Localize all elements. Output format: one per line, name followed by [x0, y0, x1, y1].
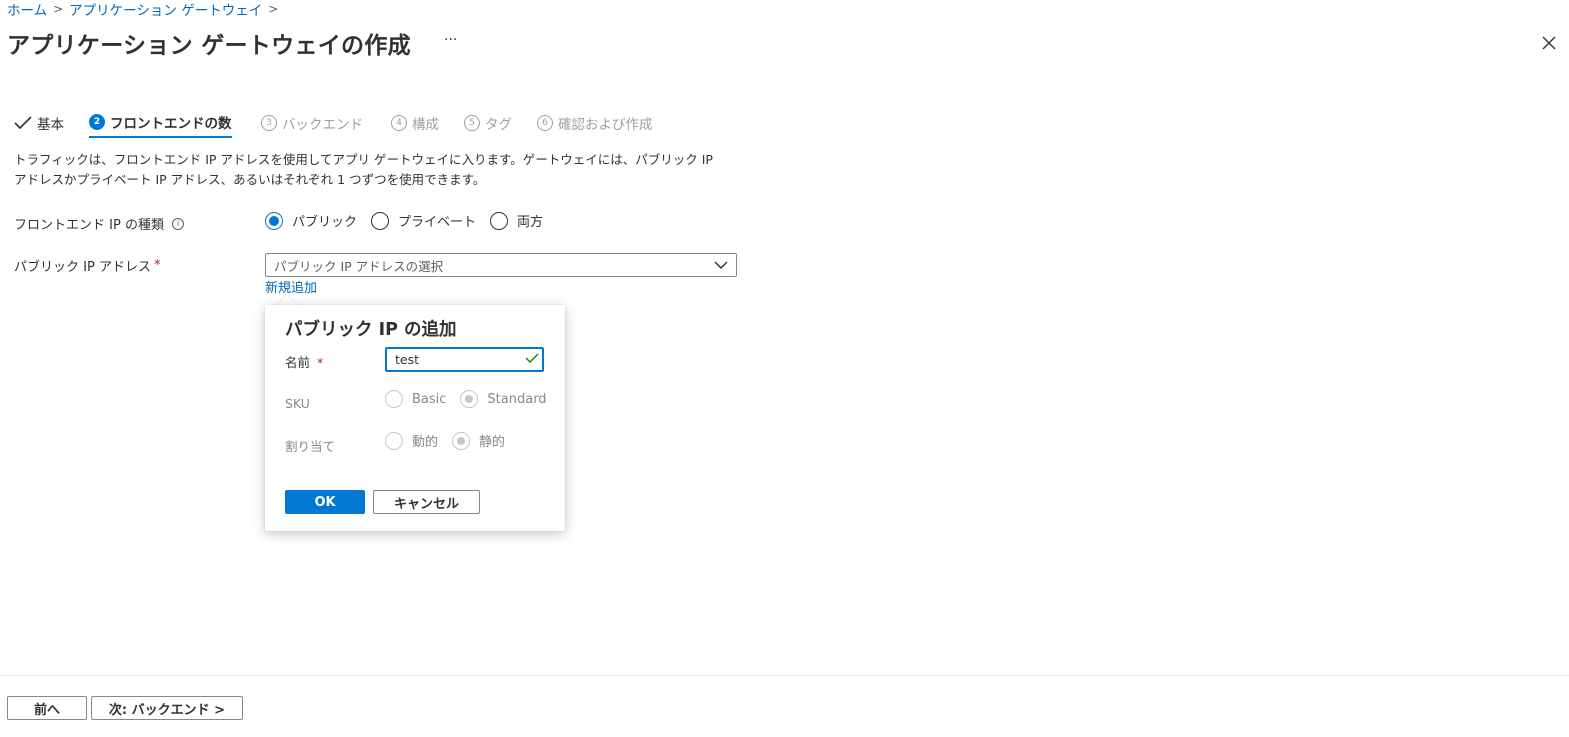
add-public-ip-callout: パブリック IP の追加 名前 * SKU Basic Standard 割り当…	[265, 305, 565, 531]
cancel-button[interactable]: キャンセル	[373, 490, 480, 514]
description-text: トラフィックは、フロントエンド IP アドレスを使用してアプリ ゲートウェイに入…	[14, 150, 744, 190]
tab-label: 確認および作成	[558, 117, 653, 133]
tab-review-create[interactable]: 6 確認および作成	[537, 108, 653, 138]
public-ip-address-label: パブリック IP アドレス *	[14, 256, 160, 275]
name-input[interactable]	[385, 347, 544, 372]
field-label-text: 名前	[285, 355, 311, 370]
radio-circle	[490, 211, 509, 230]
tab-label: タグ	[485, 117, 512, 133]
radio-label: Standard	[487, 391, 547, 407]
assignment-radio-group: 動的 静的	[385, 431, 519, 450]
required-asterisk: *	[317, 355, 324, 370]
footer-divider	[0, 675, 1569, 676]
tab-label: 構成	[412, 117, 439, 133]
tab-label: バックエンド	[282, 117, 363, 133]
breadcrumb: ホーム > アプリケーション ゲートウェイ >	[7, 0, 284, 19]
breadcrumb-separator: >	[53, 2, 64, 16]
tab-frontends[interactable]: 2 フロントエンドの数	[89, 108, 232, 138]
radio-label: プライベート	[398, 215, 477, 230]
radio-circle	[385, 431, 403, 450]
tab-configuration[interactable]: 4 構成	[391, 108, 439, 138]
step-number-badge: 3	[261, 115, 277, 131]
tab-backends[interactable]: 3 バックエンド	[261, 108, 363, 138]
chevron-down-icon	[714, 261, 728, 269]
required-asterisk: *	[153, 258, 161, 273]
previous-button[interactable]: 前へ	[7, 696, 87, 720]
radio-circle	[385, 390, 403, 408]
step-number-badge: 5	[464, 115, 480, 131]
tab-label: 基本	[37, 117, 64, 133]
radio-sku-basic[interactable]: Basic	[385, 390, 446, 408]
next-backend-button[interactable]: 次: バックエンド >	[91, 696, 243, 720]
callout-title: パブリック IP の追加	[285, 320, 457, 340]
public-ip-address-dropdown[interactable]: パブリック IP アドレスの選択	[265, 253, 737, 277]
radio-assignment-dynamic[interactable]: 動的	[385, 431, 438, 450]
frontend-ip-type-radio-group: パブリック プライベート 両方	[265, 211, 557, 230]
checkmark-icon	[14, 116, 32, 130]
frontend-ip-type-label: フロントエンド IP の種類 i	[14, 214, 184, 233]
radio-private[interactable]: プライベート	[371, 211, 476, 230]
radio-label: Basic	[412, 391, 447, 407]
sku-radio-group: Basic Standard	[385, 390, 561, 408]
radio-label: 動的	[412, 435, 439, 450]
radio-label: 両方	[517, 215, 544, 230]
breadcrumb-home[interactable]: ホーム	[7, 0, 47, 19]
radio-circle	[265, 211, 283, 230]
field-label-text: パブリック IP アドレス	[14, 260, 151, 275]
radio-circle	[452, 431, 471, 450]
radio-circle	[460, 390, 479, 408]
radio-label: 静的	[479, 435, 506, 450]
dropdown-placeholder: パブリック IP アドレスの選択	[274, 258, 444, 274]
tab-label: フロントエンドの数	[110, 116, 232, 132]
description-line: トラフィックは、フロントエンド IP アドレスを使用してアプリ ゲートウェイに入…	[14, 152, 713, 167]
radio-assignment-static[interactable]: 静的	[452, 431, 505, 450]
radio-public[interactable]: パブリック	[265, 211, 357, 230]
radio-label: パブリック	[292, 215, 358, 230]
step-number-badge: 6	[537, 115, 553, 131]
radio-circle	[371, 211, 390, 230]
field-label-text: フロントエンド IP の種類	[14, 218, 164, 233]
tab-basics[interactable]: 基本	[14, 108, 64, 138]
ok-button[interactable]: OK	[285, 490, 365, 514]
sku-label: SKU	[285, 396, 310, 411]
name-label: 名前 *	[285, 352, 323, 371]
breadcrumb-app-gateway[interactable]: アプリケーション ゲートウェイ	[69, 0, 262, 19]
step-number-badge: 2	[89, 114, 105, 130]
valid-checkmark-icon	[525, 353, 539, 363]
assignment-label: 割り当て	[285, 439, 336, 454]
tab-tags[interactable]: 5 タグ	[464, 108, 512, 138]
description-line: アドレスかプライベート IP アドレス、あるいはそれぞれ 1 つずつを使用できま…	[14, 172, 486, 187]
more-options-button[interactable]: ···	[444, 32, 457, 48]
radio-both[interactable]: 両方	[490, 211, 543, 230]
close-icon[interactable]	[1540, 34, 1558, 52]
page-title: アプリケーション ゲートウェイの作成	[7, 33, 411, 59]
radio-sku-standard[interactable]: Standard	[460, 390, 547, 408]
info-icon[interactable]: i	[171, 217, 184, 230]
add-new-link[interactable]: 新規追加	[265, 277, 317, 296]
breadcrumb-separator: >	[268, 2, 279, 16]
step-number-badge: 4	[391, 115, 407, 131]
